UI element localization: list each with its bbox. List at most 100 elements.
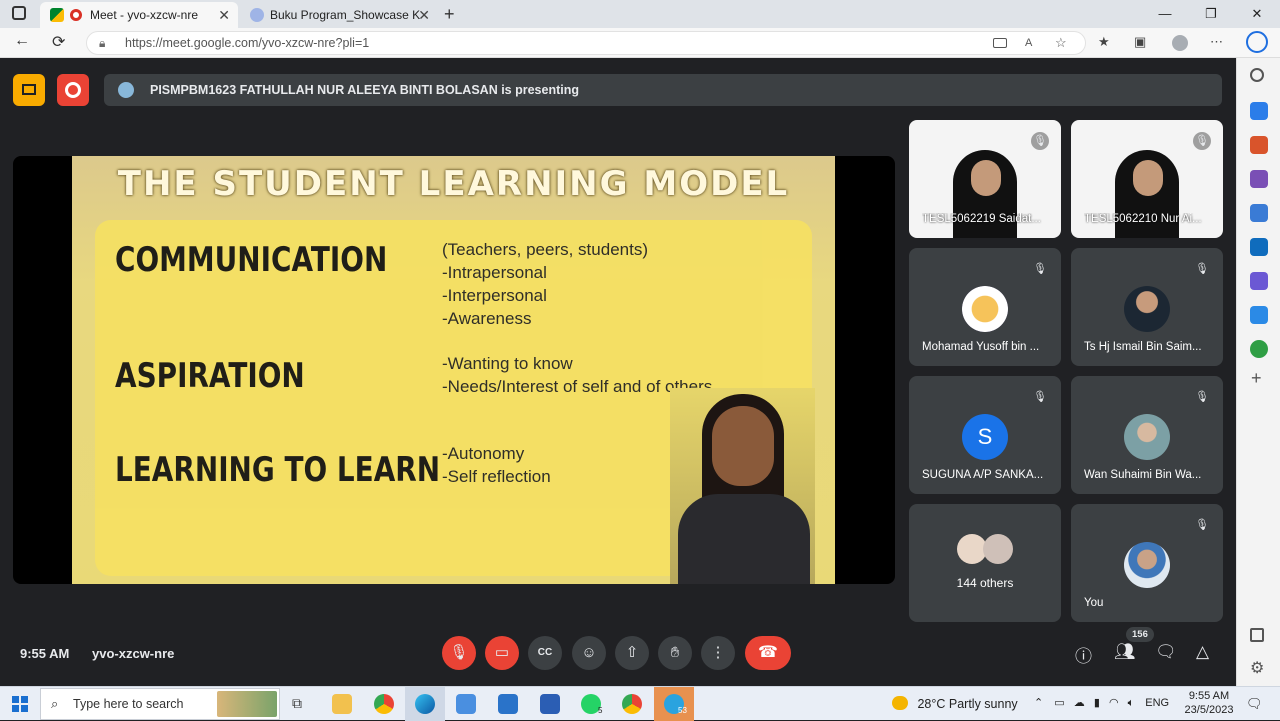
address-bar-row: ← ⟳ 🔒︎ https://meet.google.com/yvo-xzcw-… — [0, 28, 1280, 58]
tab-meet[interactable]: Meet - yvo-xzcw-nre ✕ — [40, 2, 238, 28]
favorites-icon[interactable]: ★ — [1098, 34, 1110, 50]
participant-tile[interactable]: 🎙︎ S SUGUNA A/P SANKA... — [909, 376, 1061, 494]
slide-heading-communication: COMMUNICATION — [115, 240, 388, 280]
read-aloud-icon[interactable]: A — [1025, 32, 1032, 54]
camera-icon[interactable] — [993, 38, 1007, 48]
windows-start-icon[interactable] — [12, 696, 28, 712]
file-explorer-icon[interactable] — [332, 694, 352, 714]
search-icon[interactable] — [1250, 68, 1264, 82]
stop-presenting-button[interactable] — [13, 74, 45, 106]
people-icon[interactable]: 👥︎ — [1114, 642, 1136, 662]
participant-name: TESL5062219 Saidat... — [922, 213, 1041, 225]
url-field[interactable]: 🔒︎ https://meet.google.com/yvo-xzcw-nre?… — [86, 31, 1086, 55]
avatar — [1124, 286, 1170, 332]
outlook-icon[interactable] — [1250, 238, 1268, 256]
edge-icon[interactable] — [415, 694, 435, 714]
tab-actions-icon[interactable] — [12, 6, 26, 20]
chrome-icon[interactable] — [374, 694, 394, 714]
recording-button[interactable] — [57, 74, 89, 106]
meeting-details-icon[interactable]: ⓘ — [1075, 642, 1092, 667]
slide-heading-aspiration: ASPIRATION — [115, 356, 305, 396]
present-button[interactable]: ⇧ — [615, 636, 649, 670]
participant-tile[interactable]: 🎙︎ Wan Suhaimi Bin Wa... — [1071, 376, 1223, 494]
participant-tile[interactable]: 🎙︎ TESL5062219 Saidat... — [909, 120, 1061, 238]
mic-off-icon: 🎙︎ — [1195, 263, 1209, 275]
stop-present-icon — [22, 84, 36, 95]
tools-icon[interactable] — [1250, 136, 1268, 154]
task-view-icon[interactable]: ⧉ — [292, 695, 302, 712]
close-tab-icon[interactable]: ✕ — [218, 7, 230, 24]
raise-hand-button[interactable]: ✋︎ — [658, 636, 692, 670]
others-count: 144 others — [956, 576, 1014, 590]
refresh-icon[interactable]: ⟳ — [52, 32, 65, 52]
window-controls: — ❐ ✕ — [1142, 0, 1280, 28]
games-icon[interactable] — [1250, 170, 1268, 188]
notifications-icon[interactable]: 🗨︎ — [1246, 696, 1263, 712]
chrome-profile-icon[interactable] — [622, 694, 642, 714]
others-tile[interactable]: 144 others — [909, 504, 1061, 622]
weather-widget[interactable]: 28°C Partly sunny — [892, 696, 1018, 711]
more-icon[interactable]: ⋯ — [1210, 34, 1223, 50]
chat-icon[interactable]: 🗨︎ — [1155, 642, 1177, 662]
favorites-add-icon[interactable]: ☆ — [1055, 32, 1067, 54]
windows-taskbar: ⌕ Type here to search ⧉ 5 53 28°C Partly… — [0, 686, 1280, 721]
send-icon[interactable] — [1250, 306, 1268, 324]
captions-button[interactable]: CC — [528, 636, 562, 670]
back-icon[interactable]: ← — [14, 32, 30, 50]
language-indicator[interactable]: ENG — [1145, 697, 1169, 709]
self-tile[interactable]: 🎙︎ You — [1071, 504, 1223, 622]
wifi-icon[interactable]: ◠ — [1109, 697, 1119, 709]
weather-text: 28°C Partly sunny — [917, 697, 1018, 711]
camera-toggle-button[interactable]: ▭ — [485, 636, 519, 670]
emoji-icon: ☺ — [581, 644, 597, 661]
mic-off-icon: 🎙︎ — [1195, 519, 1209, 531]
settings-icon[interactable]: ⚙︎ — [1250, 658, 1264, 678]
microsoft-store-icon[interactable] — [456, 694, 476, 714]
sidebar-layout-icon[interactable] — [1250, 628, 1264, 642]
onedrive-icon[interactable]: ☁︎ — [1074, 697, 1085, 709]
avatar: S — [962, 414, 1008, 460]
mic-toggle-button[interactable]: 🎙︎ — [442, 636, 476, 670]
meet-now-icon[interactable]: ▭ — [1054, 697, 1064, 709]
shopping-icon[interactable] — [1250, 102, 1268, 120]
system-tray: ⌃ ▭ ☁︎ ▮ ◠ 🔈︎ ENG — [1034, 696, 1169, 710]
minimize-button[interactable]: — — [1142, 0, 1188, 28]
participant-name: Wan Suhaimi Bin Wa... — [1084, 469, 1202, 481]
search-icon: ⌕ — [51, 696, 59, 711]
presentation-stage[interactable]: THE STUDENT LEARNING MODEL COMMUNICATION… — [13, 156, 895, 584]
tab-buku-program[interactable]: Buku Program_Showcase KPPB D ✕ — [240, 2, 438, 28]
microsoft-365-icon[interactable] — [1250, 204, 1268, 222]
reactions-button[interactable]: ☺ — [572, 636, 606, 670]
maximize-button[interactable]: ❐ — [1188, 0, 1234, 28]
battery-icon[interactable]: ▮ — [1094, 697, 1100, 709]
participant-tile[interactable]: 🎙︎ Mohamad Yusoff bin ... — [909, 248, 1061, 366]
meeting-code: yvo-xzcw-nre — [92, 646, 175, 661]
meet-favicon-icon — [50, 8, 64, 22]
taskbar-clock[interactable]: 9:55 AM 23/5/2023 — [1184, 689, 1234, 717]
presenter-face — [712, 406, 774, 486]
bing-icon[interactable] — [1246, 31, 1268, 53]
collections-icon[interactable]: ▣ — [1134, 34, 1146, 50]
new-tab-button[interactable]: + — [444, 4, 455, 25]
participant-tile[interactable]: 🎙︎ TESL5062210 Nur Ai... — [1071, 120, 1223, 238]
add-icon[interactable]: + — [1251, 368, 1262, 389]
search-placeholder: Type here to search — [73, 697, 184, 711]
chevron-up-icon[interactable]: ⌃ — [1034, 697, 1043, 709]
close-tab-icon[interactable]: ✕ — [418, 7, 430, 24]
taskbar-search-input[interactable]: ⌕ Type here to search — [40, 688, 280, 720]
mail-icon[interactable] — [498, 694, 518, 714]
word-icon[interactable] — [540, 694, 560, 714]
activities-icon[interactable]: △ — [1196, 642, 1209, 662]
leave-call-button[interactable]: ☎︎ — [745, 636, 791, 670]
tree-icon[interactable] — [1250, 340, 1268, 358]
volume-icon[interactable]: 🔈︎ — [1128, 697, 1135, 709]
more-options-button[interactable]: ⋮ — [701, 636, 735, 670]
avatar — [962, 286, 1008, 332]
participant-name: Mohamad Yusoff bin ... — [922, 341, 1040, 353]
hand-icon: ✋︎ — [670, 644, 680, 661]
meeting-time: 9:55 AM — [20, 646, 70, 661]
profile-icon[interactable] — [1172, 35, 1188, 51]
close-window-button[interactable]: ✕ — [1234, 0, 1280, 28]
drop-icon[interactable] — [1250, 272, 1268, 290]
participant-tile[interactable]: 🎙︎ Ts Hj Ismail Bin Saim... — [1071, 248, 1223, 366]
